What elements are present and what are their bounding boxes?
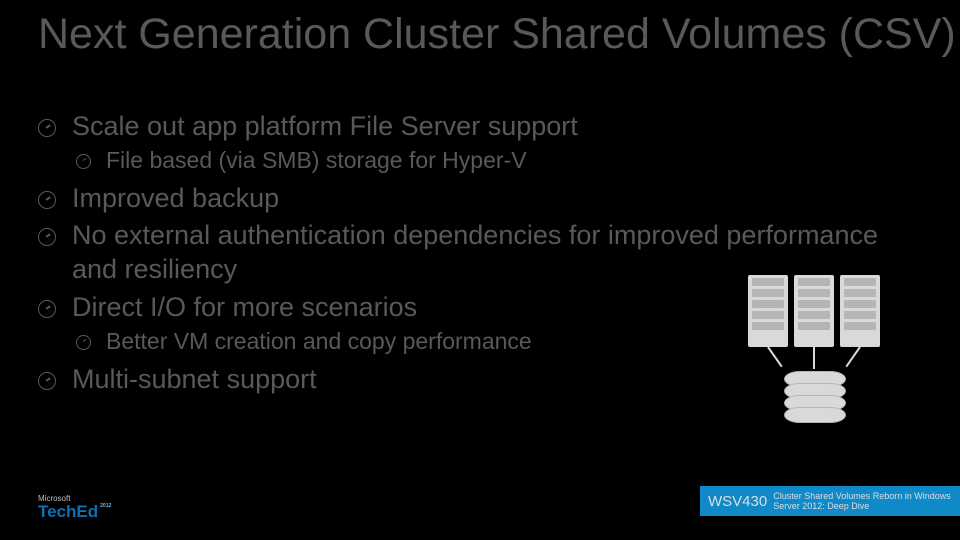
server-icon bbox=[794, 275, 834, 347]
bullet-text: Direct I/O for more scenarios bbox=[72, 292, 417, 322]
session-ribbon: WSV430 Cluster Shared Volumes Reborn in … bbox=[700, 486, 960, 516]
slide-title: Next Generation Cluster Shared Volumes (… bbox=[38, 10, 956, 59]
server-icon bbox=[748, 275, 788, 347]
connector-icon bbox=[813, 347, 815, 369]
storage-stack-icon bbox=[784, 371, 844, 427]
brand-logo: Microsoft TechEd2012 bbox=[38, 494, 111, 520]
connector-icon bbox=[767, 346, 782, 367]
sub-bullet-item: File based (via SMB) storage for Hyper-V bbox=[76, 146, 918, 176]
bullet-item: Improved backup bbox=[38, 182, 918, 216]
cluster-diagram-icon bbox=[748, 275, 918, 435]
bullet-item: Scale out app platform File Server suppo… bbox=[38, 110, 918, 176]
slide: Next Generation Cluster Shared Volumes (… bbox=[0, 0, 960, 540]
brand-text: TechEd bbox=[38, 502, 98, 521]
bullet-text: Improved backup bbox=[72, 183, 279, 213]
session-code: WSV430 bbox=[708, 493, 767, 510]
session-title: Cluster Shared Volumes Reborn in Windows… bbox=[773, 491, 952, 512]
bullet-text: Multi-subnet support bbox=[72, 364, 317, 394]
server-icon bbox=[840, 275, 880, 347]
connector-icon bbox=[845, 346, 860, 367]
brand-label: TechEd2012 bbox=[38, 503, 111, 520]
sub-bullet-text: File based (via SMB) storage for Hyper-V bbox=[106, 147, 527, 173]
bullet-text: Scale out app platform File Server suppo… bbox=[72, 111, 578, 141]
sub-bullet-text: Better VM creation and copy performance bbox=[106, 328, 532, 354]
brand-year: 2012 bbox=[100, 504, 111, 509]
sub-list: File based (via SMB) storage for Hyper-V bbox=[72, 146, 918, 176]
